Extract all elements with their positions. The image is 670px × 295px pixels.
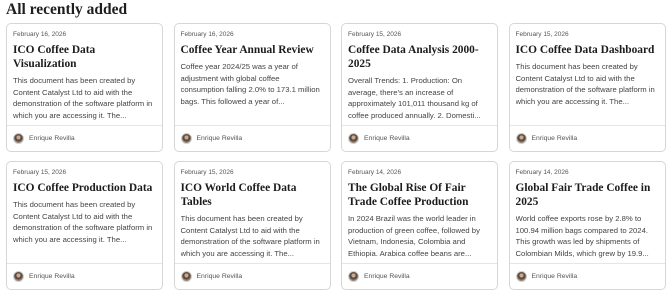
document-card[interactable]: February 16, 2026 ICO Coffee Data Visual… bbox=[6, 23, 163, 152]
card-date: February 15, 2026 bbox=[13, 169, 67, 176]
card-author: Enrique Revilla bbox=[531, 273, 578, 280]
card-date: February 14, 2026 bbox=[348, 169, 402, 176]
document-card[interactable]: February 14, 2026 The Global Rise Of Fai… bbox=[341, 161, 498, 290]
document-card[interactable]: February 16, 2026 Coffee Year Annual Rev… bbox=[173, 23, 331, 152]
card-author: Enrique Revilla bbox=[29, 273, 75, 280]
document-card[interactable]: February 15, 2026 Coffee Data Analysis 2… bbox=[341, 23, 498, 152]
card-description: World coffee exports rose by 2.8% to 100… bbox=[515, 214, 649, 258]
card-description: This document has been created by Conten… bbox=[13, 76, 153, 120]
card-footer: Enrique Revilla bbox=[342, 263, 497, 289]
card-title[interactable]: ICO Coffee Data Dashboard bbox=[516, 44, 661, 58]
card-footer: Enrique Revilla bbox=[174, 263, 330, 289]
card-footer: Enrique Revilla bbox=[7, 125, 162, 151]
recently-added-grid: February 16, 2026 ICO Coffee Data Visual… bbox=[6, 23, 666, 290]
card-title[interactable]: Global Fair Trade Coffee in 2025 bbox=[516, 182, 661, 209]
document-card[interactable]: February 15, 2026 ICO Coffee Production … bbox=[6, 161, 163, 290]
avatar bbox=[180, 133, 192, 144]
avatar bbox=[13, 133, 24, 144]
card-author: Enrique Revilla bbox=[29, 135, 75, 142]
card-title[interactable]: The Global Rise Of Fair Trade Coffee Pro… bbox=[348, 182, 493, 209]
avatar bbox=[180, 271, 192, 282]
card-footer: Enrique Revilla bbox=[509, 125, 665, 151]
card-author: Enrique Revilla bbox=[364, 273, 410, 280]
card-date: February 15, 2026 bbox=[348, 31, 402, 38]
document-card[interactable]: February 15, 2026 ICO World Coffee Data … bbox=[173, 161, 331, 290]
card-description: In 2024 Brazil was the world leader in p… bbox=[348, 214, 480, 258]
card-footer: Enrique Revilla bbox=[342, 125, 497, 151]
card-date: February 16, 2026 bbox=[180, 31, 234, 38]
avatar bbox=[348, 271, 359, 282]
card-footer: Enrique Revilla bbox=[509, 263, 665, 289]
card-footer: Enrique Revilla bbox=[7, 263, 162, 289]
card-date: February 16, 2026 bbox=[13, 31, 67, 38]
document-card[interactable]: February 14, 2026 Global Fair Trade Coff… bbox=[508, 161, 666, 290]
card-title[interactable]: ICO World Coffee Data Tables bbox=[181, 182, 326, 209]
card-date: February 14, 2026 bbox=[515, 169, 569, 176]
card-author: Enrique Revilla bbox=[364, 135, 410, 142]
card-description: This document has been created by Conten… bbox=[180, 214, 320, 258]
card-description: Coffee year 2024/25 was a year of adjust… bbox=[180, 62, 320, 106]
card-title[interactable]: ICO Coffee Data Visualization bbox=[13, 44, 158, 71]
card-date: February 15, 2026 bbox=[180, 169, 234, 176]
avatar bbox=[13, 271, 24, 282]
section-title: All recently added bbox=[6, 1, 128, 18]
card-footer: Enrique Revilla bbox=[174, 125, 330, 151]
card-author: Enrique Revilla bbox=[196, 273, 243, 280]
document-card[interactable]: February 15, 2026 ICO Coffee Data Dashbo… bbox=[508, 23, 666, 152]
card-title[interactable]: Coffee Year Annual Review bbox=[181, 44, 326, 58]
card-author: Enrique Revilla bbox=[531, 135, 578, 142]
avatar bbox=[348, 133, 359, 144]
card-date: February 15, 2026 bbox=[515, 31, 569, 38]
card-description: This document has been created by Conten… bbox=[13, 200, 153, 244]
card-description: This document has been created by Conten… bbox=[515, 62, 655, 106]
card-title[interactable]: Coffee Data Analysis 2000-2025 bbox=[348, 44, 493, 71]
card-title[interactable]: ICO Coffee Production Data bbox=[13, 182, 158, 196]
card-author: Enrique Revilla bbox=[196, 135, 243, 142]
avatar bbox=[515, 271, 527, 282]
avatar bbox=[515, 133, 527, 144]
card-description: Overall Trends: 1. Production: On averag… bbox=[348, 76, 481, 120]
